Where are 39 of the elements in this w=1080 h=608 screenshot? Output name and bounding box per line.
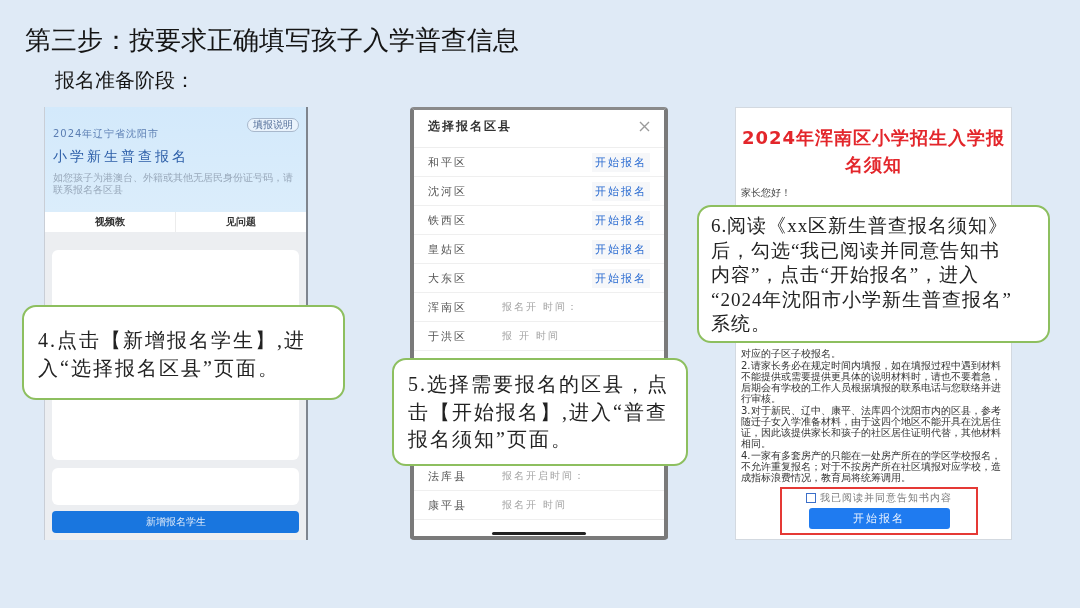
- notice-paragraph: 2.请家长务必在规定时间内填报，如在填报过程中遇到材料不能提供或需要提供更具体的说明材料时，请也不要着急，后期会有学校的工作人员根据填报的联系电话与您联络并进行审核。: [741, 360, 1002, 404]
- step-callout: 6.阅读《xx区新生普查报名须知》后，勾选“我已阅读并同意告知书内容”，点击“开始报名”，进入“2024年沈阳市小学新生普查报名”系统。: [697, 205, 1050, 343]
- greeting-text: 家长您好！: [741, 187, 792, 199]
- modal-title: 选择报名区县: [428, 118, 512, 135]
- close-icon[interactable]: [639, 121, 650, 132]
- location-text: 2024年辽宁省沈阳市: [53, 128, 160, 140]
- start-button[interactable]: 开始报名: [592, 239, 650, 259]
- start-button[interactable]: 开始报名: [592, 181, 650, 201]
- district-name: 法库县: [428, 468, 468, 484]
- schedule-text: 报 开 时间: [502, 329, 561, 343]
- notice-paragraph: 对应的子区子校报名。: [741, 348, 842, 359]
- district-name: 沈河区: [428, 183, 468, 199]
- step-callout: 5.选择需要报名的区县，点击【开始报名】,进入“普查报名须知”页面。: [392, 358, 688, 466]
- add-student-button[interactable]: 新增报名学生: [52, 511, 299, 533]
- checkbox-label: 我已阅读并同意告知书内容: [820, 492, 952, 504]
- page-heading: 小学新生普查报名: [53, 147, 190, 165]
- schedule-text: 报名开 时间：: [502, 300, 580, 314]
- schedule-text: 报名开启时间：: [502, 469, 586, 483]
- notice-text: 如您孩子为港澳台、外籍或其他无居民身份证号码，请联系报名各区县: [53, 172, 294, 196]
- district-name: 和平区: [428, 154, 468, 170]
- notice-paragraph: 3.对于新民、辽中、康平、法库四个沈阳市内的区县，参考随迁子女入学准备材料，由于这四个地区不能开具在沈居住证，因此该提供家长和孩子的社区居住证明代替，其他材料相同。: [741, 405, 1002, 449]
- start-button[interactable]: 开始报名: [592, 210, 650, 230]
- notice-heading: 2024年浑南区小学招生入学报名须知: [741, 126, 1006, 177]
- help-button[interactable]: 填报说明: [247, 118, 299, 132]
- district-name: 大东区: [428, 270, 468, 286]
- district-name: 铁西区: [428, 212, 468, 228]
- step-callout: 4.点击【新增报名学生】,进入“选择报名区县”页面。: [22, 305, 345, 400]
- start-button[interactable]: 开始报名: [808, 508, 950, 529]
- slide-subtitle: 报名准备阶段：: [55, 67, 195, 93]
- checkbox[interactable]: [806, 493, 816, 503]
- start-button[interactable]: 开始报名: [592, 268, 650, 288]
- district-name: 皇姑区: [428, 241, 468, 257]
- start-button[interactable]: 开始报名: [592, 152, 650, 172]
- district-name: 浑南区: [428, 299, 468, 315]
- district-name: 于洪区: [428, 328, 468, 344]
- district-name: 康平县: [428, 497, 468, 513]
- slide-title: 第三步：按要求正确填写孩子入学普查信息: [25, 24, 519, 57]
- schedule-text: 报名开 时间: [502, 498, 568, 512]
- notice-paragraph: 4.一家有多套房产的只能在一处房产所在的学区学校报名，不允许重复报名；对于不按房产所在社区填报对应学校，造成指标浪费情况，教育局将统筹调用。: [741, 450, 1002, 483]
